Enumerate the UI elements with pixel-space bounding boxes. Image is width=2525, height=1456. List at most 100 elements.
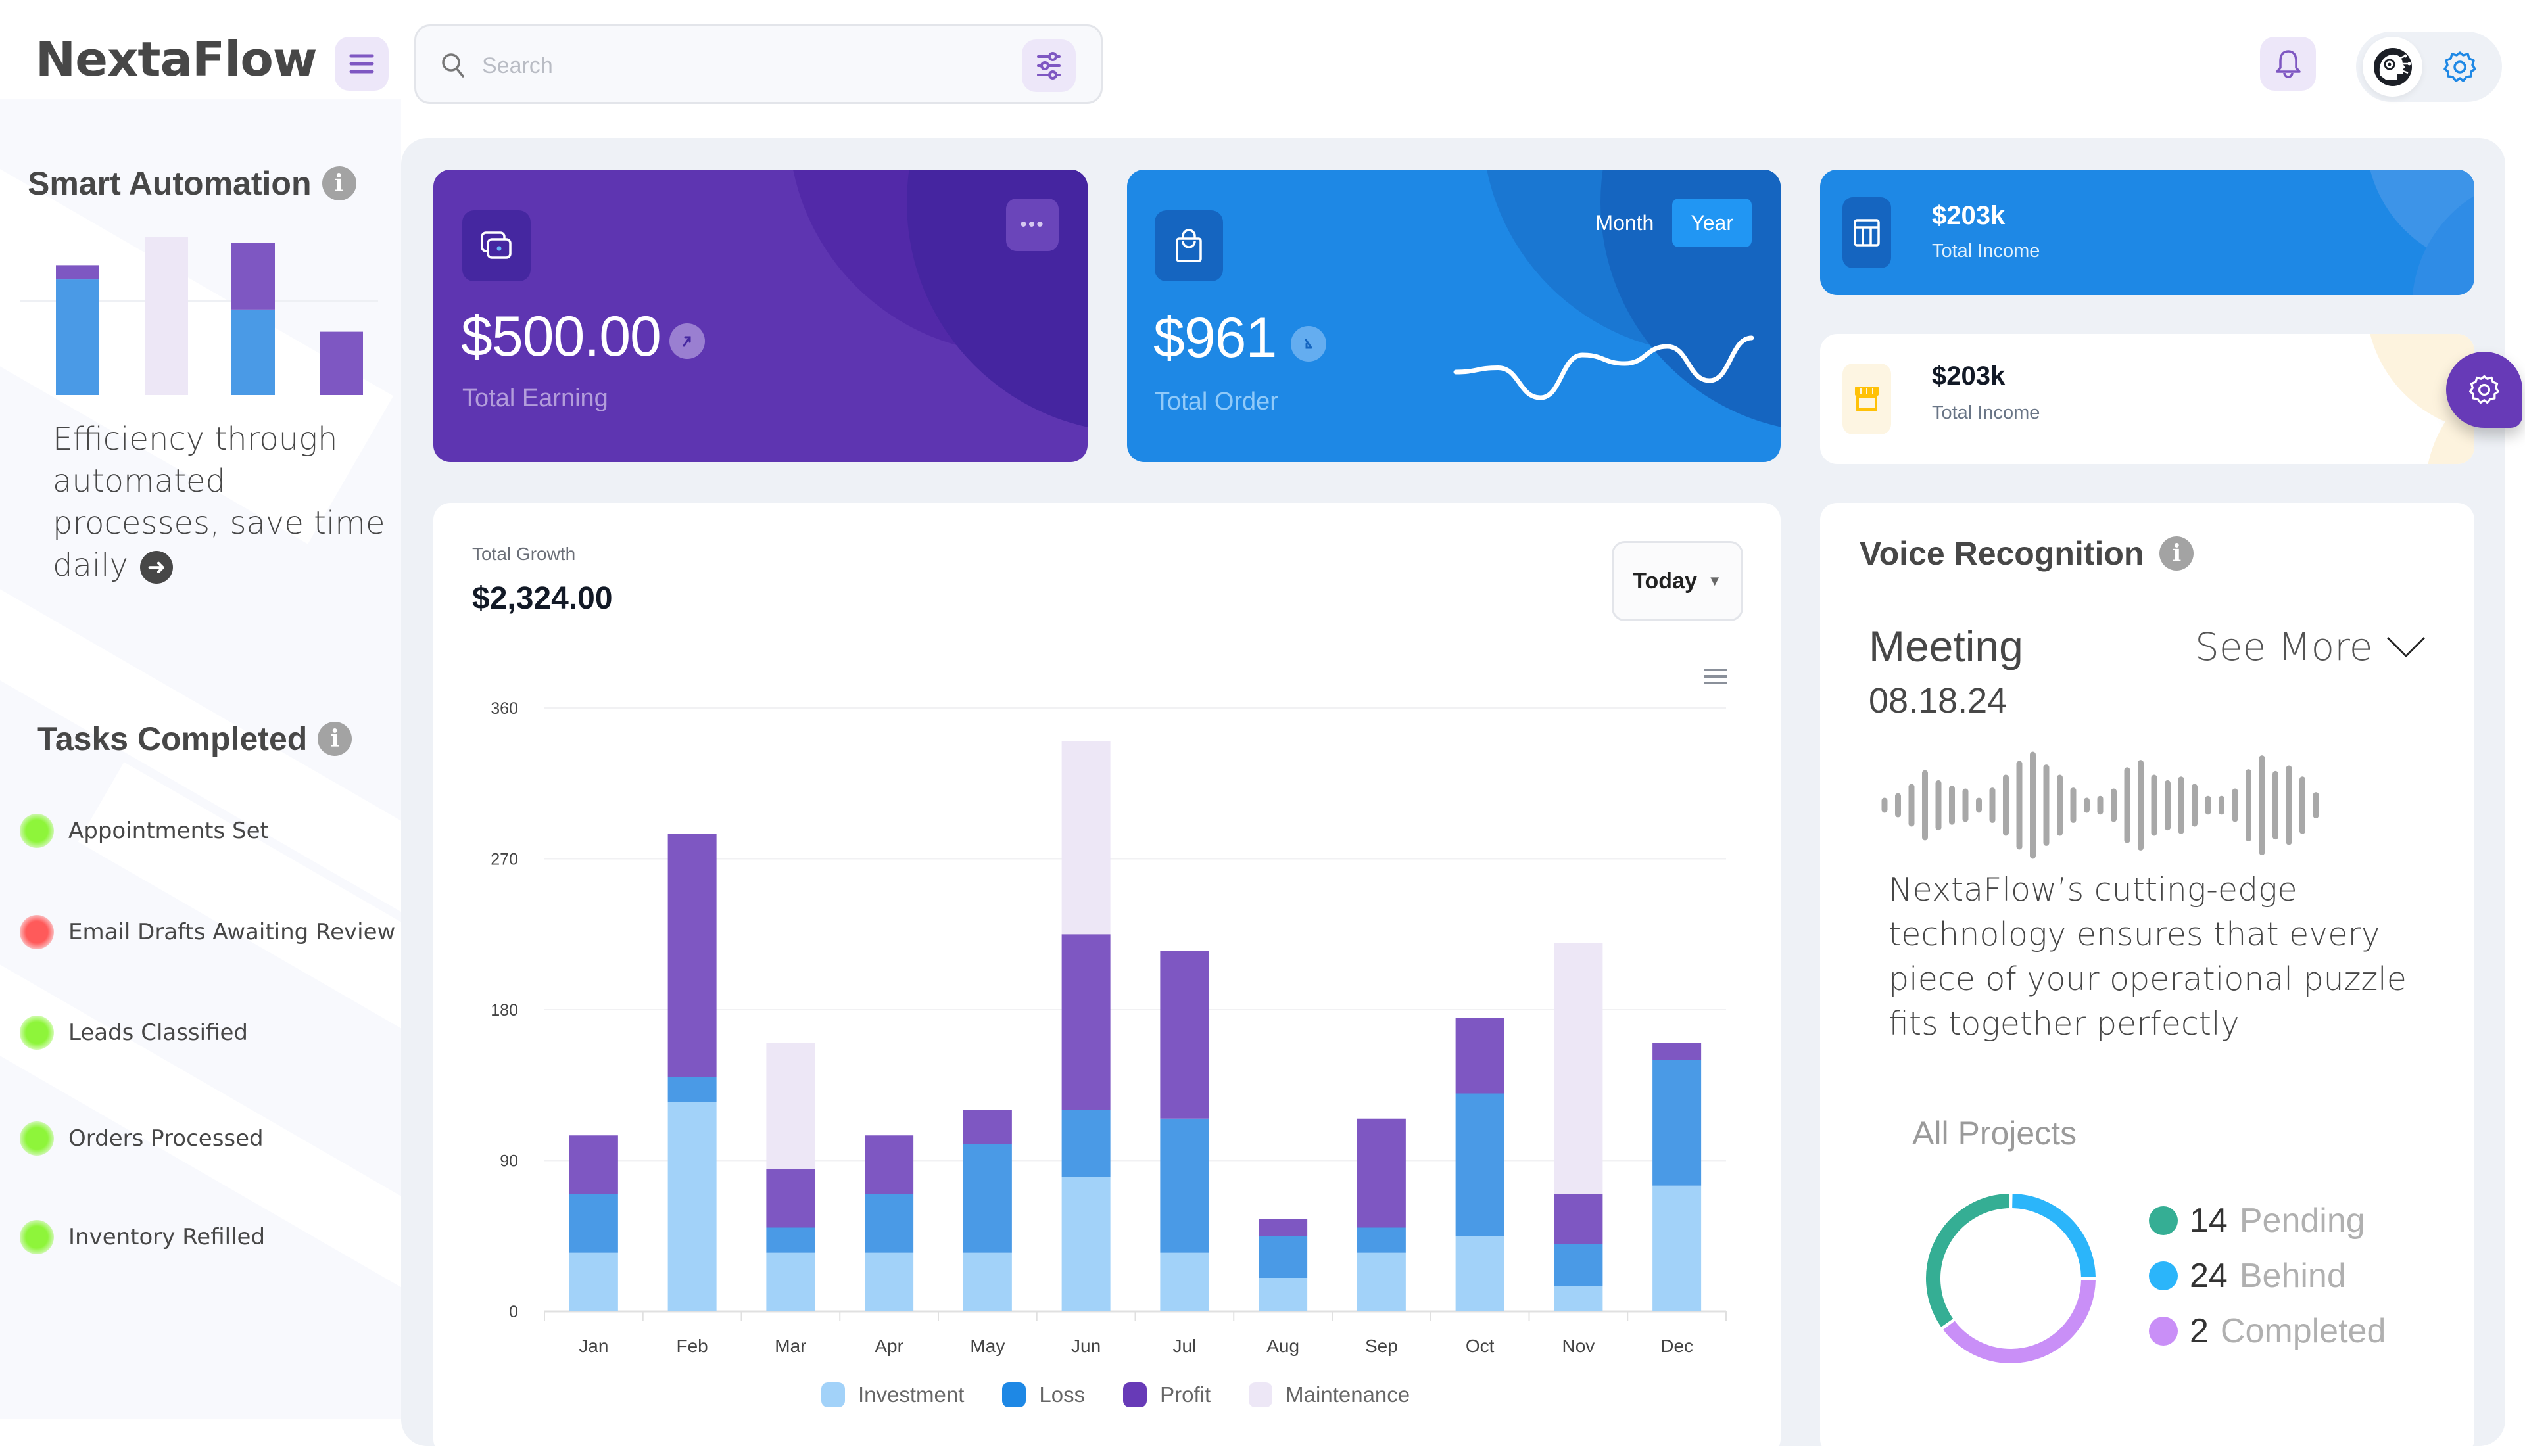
bar-segment-investment[interactable] [1455, 1236, 1504, 1311]
bar-segment-loss[interactable] [667, 1077, 717, 1102]
bar-segment-investment[interactable] [667, 1102, 717, 1311]
bar-segment-investment[interactable] [1652, 1185, 1702, 1311]
table-icon [1854, 219, 1880, 247]
task-item[interactable]: Leads Classified [20, 1016, 248, 1050]
total-income-card-white: $203k Total Income [1820, 334, 2474, 464]
bar-segment-maintenance[interactable] [1061, 741, 1111, 935]
bar-segment-investment[interactable] [1357, 1252, 1406, 1311]
bar-segment-loss[interactable] [1455, 1093, 1504, 1236]
bar-segment-maintenance[interactable] [1554, 943, 1603, 1194]
bar-segment-profit[interactable] [1455, 1018, 1504, 1094]
bar-segment-maintenance[interactable] [766, 1043, 815, 1169]
bar-segment-loss[interactable] [1259, 1236, 1308, 1278]
bar-segment-loss[interactable] [1652, 1060, 1702, 1186]
bar-segment-profit[interactable] [766, 1169, 815, 1228]
mini-bar-segment-profit [231, 243, 275, 310]
income-value: $203k [1932, 201, 2006, 230]
search-icon [442, 53, 464, 78]
bar-segment-profit[interactable] [865, 1135, 914, 1194]
bar-segment-investment[interactable] [865, 1252, 914, 1311]
task-label: Inventory Refilled [68, 1224, 266, 1250]
meeting-date: 08.18.24 [1869, 681, 2008, 720]
bar-segment-loss[interactable] [569, 1194, 618, 1253]
info-icon[interactable]: i [318, 722, 352, 756]
shopping-bag-icon [1176, 229, 1202, 262]
bar-segment-investment[interactable] [1061, 1177, 1111, 1311]
bar-segment-profit[interactable] [1357, 1118, 1406, 1228]
donut-segment-behind[interactable] [2011, 1194, 2096, 1278]
income-value: $203k [1932, 362, 2006, 390]
x-tick-label: Dec [1660, 1336, 1693, 1356]
bar-segment-profit[interactable] [1652, 1043, 1702, 1060]
legend-swatch [1002, 1382, 1026, 1407]
info-icon[interactable]: i [2159, 536, 2194, 571]
profile-pill [2356, 32, 2502, 102]
more-options-button[interactable]: ••• [1006, 199, 1059, 251]
status-label: Completed [2220, 1312, 2386, 1350]
donut-segment-completed[interactable] [1943, 1280, 2096, 1363]
total-income-card-blue: $203k Total Income [1820, 170, 2474, 295]
toggle-year[interactable]: Year [1672, 199, 1752, 247]
bar-segment-investment[interactable] [1554, 1286, 1603, 1311]
bar-segment-loss[interactable] [1554, 1244, 1603, 1286]
bar-segment-investment[interactable] [569, 1252, 618, 1311]
status-count: 24 [2190, 1257, 2228, 1295]
project-status-behind: 24 Behind [2149, 1248, 2386, 1303]
bell-icon [2275, 50, 2301, 78]
status-label: Pending [2239, 1202, 2365, 1240]
trend-down-icon [1291, 326, 1326, 362]
projects-donut-chart [1926, 1194, 2096, 1363]
voice-description: NextaFlow’s cutting-edge technology ensu… [1888, 871, 2407, 1043]
store-icon-box [1842, 364, 1891, 434]
notifications-button[interactable] [2260, 37, 2316, 91]
bar-segment-investment[interactable] [1160, 1252, 1209, 1311]
x-tick-label: Aug [1266, 1336, 1299, 1356]
earning-label: Total Earning [462, 385, 608, 412]
bar-segment-loss[interactable] [865, 1194, 914, 1253]
bar-segment-loss[interactable] [963, 1144, 1012, 1253]
toggle-month[interactable]: Month [1577, 199, 1672, 247]
income-icon-box [1842, 197, 1891, 268]
task-item[interactable]: Inventory Refilled [20, 1220, 265, 1254]
filter-button[interactable] [1022, 39, 1076, 92]
bar-segment-profit[interactable] [963, 1110, 1012, 1144]
bar-segment-profit[interactable] [1160, 951, 1209, 1119]
info-icon[interactable]: i [322, 166, 356, 200]
legend-swatch [1249, 1382, 1273, 1407]
task-item[interactable]: Email Drafts Awaiting Review [20, 915, 395, 949]
search-input[interactable] [482, 46, 1021, 85]
bar-segment-loss[interactable] [1061, 1110, 1111, 1177]
see-more-button[interactable]: See More [2195, 624, 2426, 669]
floating-settings-button[interactable] [2446, 352, 2522, 428]
order-value: $961 [1153, 306, 1277, 369]
bar-segment-profit[interactable] [569, 1135, 618, 1194]
arrow-right-icon[interactable]: ➜ [139, 551, 173, 584]
order-sparkline [1453, 335, 1754, 400]
chart-legend: Investment Loss Profit Maintenance [821, 1382, 1410, 1407]
bar-segment-loss[interactable] [1357, 1227, 1406, 1253]
task-item[interactable]: Appointments Set [20, 814, 269, 848]
bar-segment-loss[interactable] [766, 1227, 815, 1253]
filter-icon [1037, 52, 1061, 80]
donut-segment-pending[interactable] [1926, 1194, 2010, 1327]
status-count: 2 [2190, 1312, 2209, 1350]
legend-loss[interactable]: Loss [1002, 1382, 1085, 1407]
bar-segment-profit[interactable] [1061, 934, 1111, 1110]
audio-waveform[interactable] [1873, 746, 2399, 864]
bar-segment-profit[interactable] [1259, 1219, 1308, 1236]
avatar[interactable] [2363, 37, 2422, 97]
bar-segment-profit[interactable] [1554, 1194, 1603, 1245]
bar-segment-investment[interactable] [1259, 1278, 1308, 1311]
legend-investment[interactable]: Investment [821, 1382, 964, 1407]
settings-icon[interactable] [2441, 49, 2478, 85]
legend-maintenance[interactable]: Maintenance [1249, 1382, 1410, 1407]
bar-segment-investment[interactable] [766, 1252, 815, 1311]
task-item[interactable]: Orders Processed [20, 1121, 264, 1156]
project-status-completed: 2 Completed [2149, 1303, 2386, 1359]
menu-button[interactable] [335, 37, 389, 91]
bar-segment-loss[interactable] [1160, 1118, 1209, 1253]
bar-segment-profit[interactable] [667, 834, 717, 1077]
legend-profit[interactable]: Profit [1123, 1382, 1211, 1407]
y-tick-label: 90 [500, 1152, 518, 1171]
bar-segment-investment[interactable] [963, 1252, 1012, 1311]
